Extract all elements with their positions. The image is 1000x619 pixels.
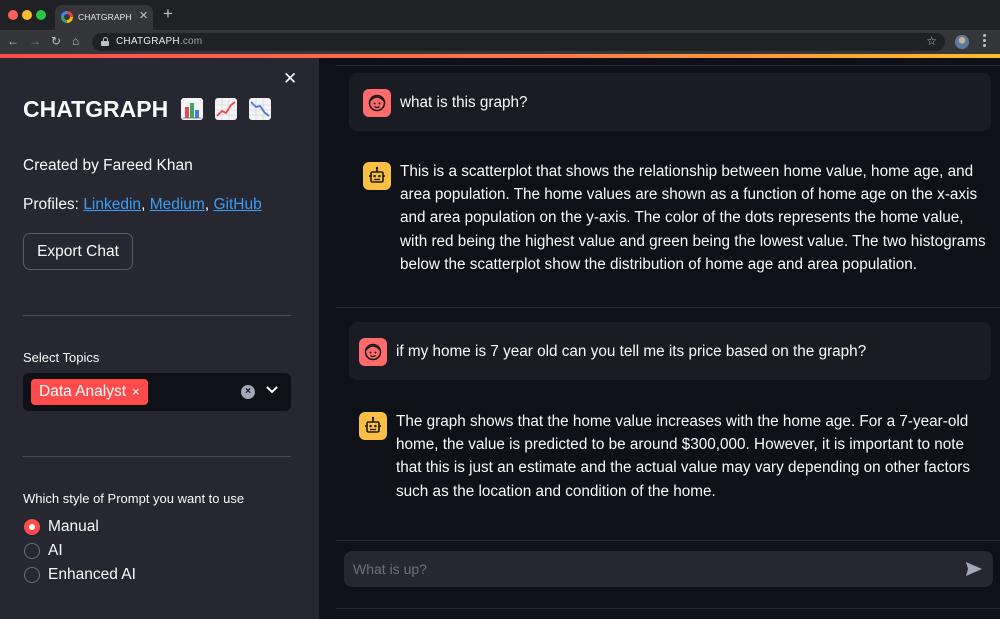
radio-unselected-icon[interactable] — [24, 567, 40, 583]
google-favicon-icon — [61, 11, 73, 23]
divider — [23, 456, 291, 457]
chevron-down-icon[interactable] — [266, 383, 278, 397]
chat-input[interactable] — [344, 551, 944, 587]
message-text: what is this graph? — [400, 94, 528, 111]
address-bar[interactable]: CHATGRAPH.com ☆ — [92, 33, 945, 51]
user-message: what is this graph? — [349, 73, 991, 131]
profile-avatar-icon[interactable] — [955, 35, 969, 49]
topic-chip[interactable]: Data Analyst × — [31, 379, 148, 405]
radio-unselected-icon[interactable] — [24, 543, 40, 559]
window-minimize-button[interactable] — [22, 10, 32, 20]
back-icon[interactable]: ← — [7, 34, 19, 48]
browser-tab-bar: CHATGRAPH ✕ + — [0, 0, 1000, 30]
assistant-message: The graph shows that the home value incr… — [349, 400, 991, 520]
forward-icon[interactable]: → — [29, 34, 41, 48]
chat-input-container — [344, 551, 993, 587]
window-maximize-button[interactable] — [36, 10, 46, 20]
lock-icon[interactable] — [101, 37, 109, 46]
linkedin-link[interactable]: Linkedin — [83, 196, 141, 213]
author-credit: Created by Fareed Khan — [23, 157, 193, 174]
app-title: CHATGRAPH — [23, 96, 272, 123]
send-icon[interactable] — [965, 561, 983, 577]
topic-chip-label: Data Analyst — [39, 383, 127, 400]
message-text: if my home is 7 year old can you tell me… — [396, 343, 867, 360]
divider — [23, 315, 291, 316]
app-title-text: CHATGRAPH — [23, 96, 169, 122]
topics-multiselect[interactable]: Data Analyst × × — [23, 373, 291, 411]
profile-links: Profiles: Linkedin, Medium, GitHub — [23, 196, 262, 214]
profiles-label: Profiles: — [23, 196, 84, 213]
select-topics-label: Select Topics — [23, 350, 100, 365]
tab-close-icon[interactable]: ✕ — [139, 10, 148, 22]
user-avatar-icon — [359, 338, 387, 366]
sidebar: ✕ CHATGRAPH Created by Fareed Khan Profi… — [0, 58, 319, 619]
message-text: This is a scatterplot that shows the rel… — [400, 163, 986, 273]
user-message: if my home is 7 year old can you tell me… — [349, 322, 991, 380]
radio-selected-icon[interactable] — [24, 519, 40, 535]
home-icon[interactable]: ⌂ — [72, 34, 79, 48]
bar-chart-icon — [180, 98, 203, 120]
github-link[interactable]: GitHub — [213, 196, 261, 213]
chart-decreasing-icon — [249, 98, 272, 120]
browser-toolbar: ← → ↻ ⌂ CHATGRAPH.com ☆ — [0, 30, 1000, 54]
export-chat-button[interactable]: Export Chat — [23, 233, 133, 270]
link-separator: , — [141, 196, 150, 213]
reload-icon[interactable]: ↻ — [51, 34, 61, 48]
browser-tab[interactable]: CHATGRAPH ✕ — [55, 5, 153, 30]
url-text: CHATGRAPH.com — [116, 36, 203, 47]
close-sidebar-icon[interactable]: ✕ — [283, 70, 297, 88]
tab-title: CHATGRAPH — [78, 12, 132, 22]
radio-label: Enhanced AI — [48, 566, 136, 583]
bot-avatar-icon — [363, 162, 391, 190]
kebab-menu-icon[interactable] — [983, 34, 987, 49]
chat-separator — [336, 65, 1000, 66]
chat-separator — [336, 307, 1000, 308]
remove-chip-icon[interactable]: × — [132, 384, 140, 399]
chat-separator — [336, 608, 1000, 609]
chart-increasing-icon — [215, 98, 238, 120]
medium-link[interactable]: Medium — [150, 196, 205, 213]
window-close-button[interactable] — [8, 10, 18, 20]
new-tab-icon[interactable]: + — [163, 5, 173, 23]
bot-avatar-icon — [359, 412, 387, 440]
clear-all-icon[interactable]: × — [241, 385, 255, 399]
assistant-message: This is a scatterplot that shows the rel… — [349, 150, 991, 306]
chat-separator — [336, 540, 1000, 541]
radio-label: AI — [48, 542, 63, 559]
radio-label: Manual — [48, 518, 99, 535]
bookmark-star-icon[interactable]: ☆ — [926, 34, 937, 48]
prompt-style-label: Which style of Prompt you want to use — [23, 491, 245, 506]
user-avatar-icon — [363, 89, 391, 117]
message-text: The graph shows that the home value incr… — [396, 413, 970, 500]
